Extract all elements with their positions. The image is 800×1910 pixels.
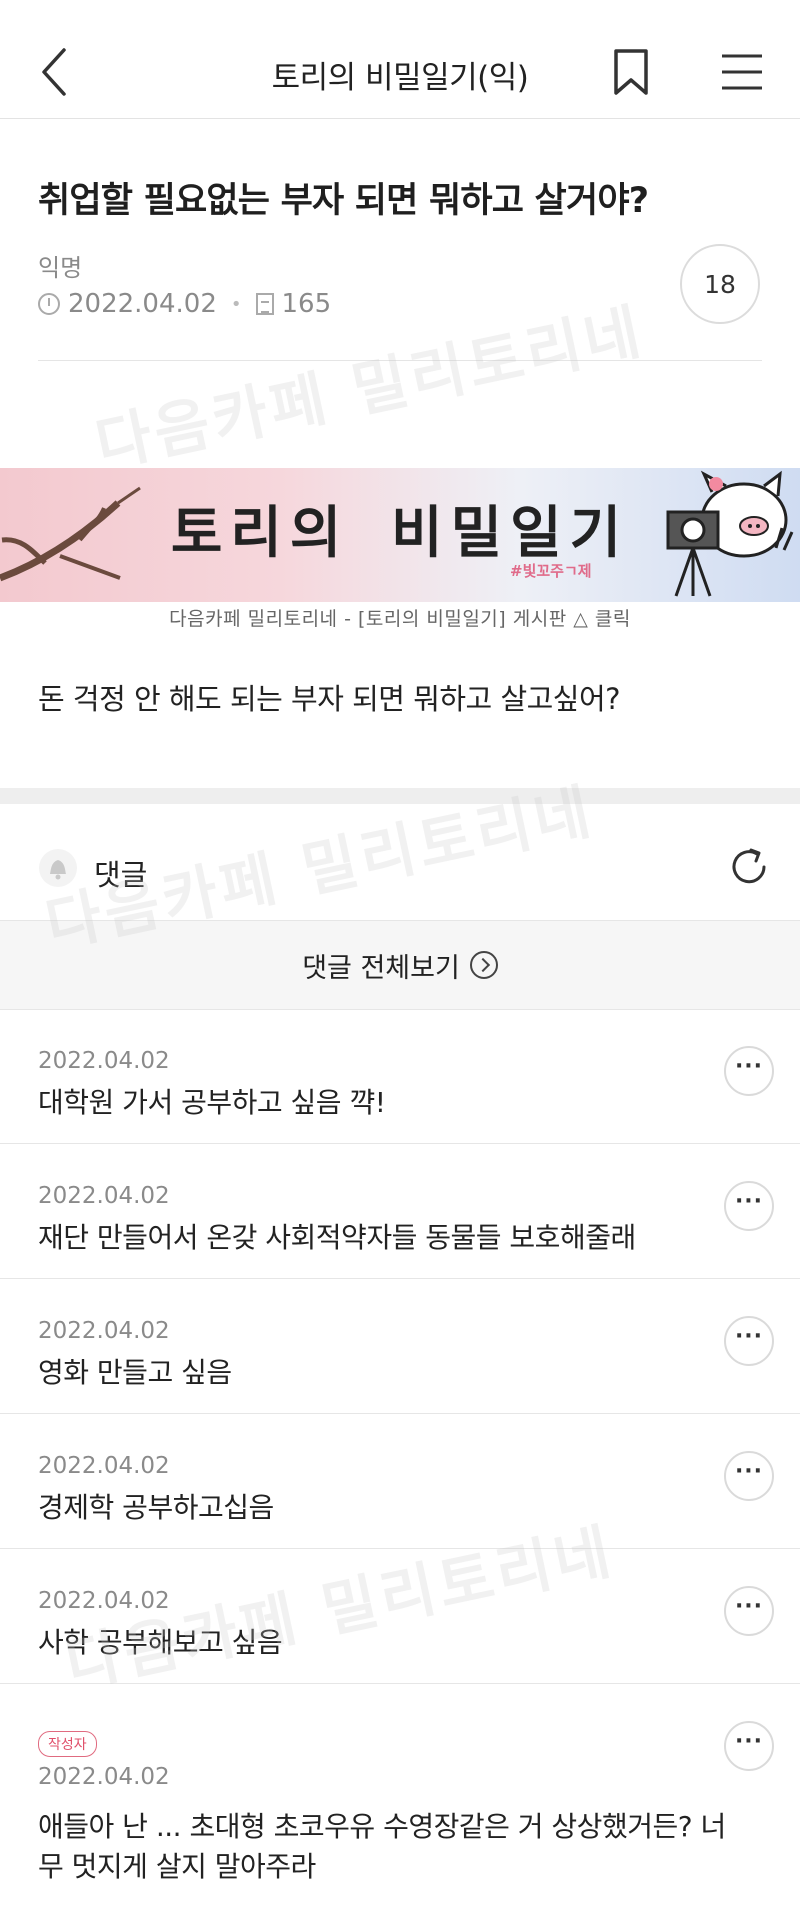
more-icon: ··· xyxy=(734,1594,764,1619)
post-title: 취업할 필요없는 부자 되면 뭐하고 살거야? xyxy=(38,181,649,221)
comment-date: 2022.04.02 xyxy=(38,1048,170,1074)
more-icon: ··· xyxy=(734,1189,764,1214)
comment-text: 사학 공부해보고 싶음 xyxy=(38,1626,283,1659)
author-badge: 작성자 xyxy=(38,1731,97,1757)
meta-separator: • xyxy=(230,293,242,315)
view-all-label: 댓글 전체보기 xyxy=(302,952,460,984)
branch-illustration xyxy=(0,486,141,582)
post-author: 익명 xyxy=(38,254,83,282)
banner-caption[interactable]: 다음카페 밀리토리네 - [토리의 비밀일기] 게시판 △ 클릭 xyxy=(0,604,800,631)
more-options-button[interactable]: ··· xyxy=(724,1046,774,1096)
comment-item: 작성자 2022.04.02 애들아 난 ... 초대형 초코우유 수영장같은 … xyxy=(0,1683,800,1910)
comment-text: 경제학 공부하고십음 xyxy=(38,1491,274,1524)
view-all-comments-button[interactable]: 댓글 전체보기 xyxy=(0,920,800,1010)
chevron-right-circle-icon xyxy=(469,951,498,979)
cafe-title: 토리의 비밀일기(익) xyxy=(271,60,529,96)
more-options-button[interactable]: ··· xyxy=(724,1721,774,1771)
comment-item: 2022.04.02 대학원 가서 공부하고 싶음 꺅! ··· xyxy=(0,1008,800,1144)
cafe-banner[interactable]: 토리의 비밀일기 #빛꼬주ㄱ제 xyxy=(0,468,800,602)
comment-text: 재단 만들어서 온갖 사회적약자들 동물들 보호해줄래 xyxy=(38,1221,636,1254)
divider xyxy=(38,360,762,361)
views-icon xyxy=(255,293,274,315)
comment-date: 2022.04.02 xyxy=(38,1318,170,1344)
post-body: 돈 걱정 안 해도 되는 부자 되면 뭐하고 살고싶어? xyxy=(38,682,621,716)
post-meta: 2022.04.02 • 165 xyxy=(38,289,331,319)
comment-text: 애들아 난 ... 초대형 초코우유 수영장같은 거 상상했거든? 너무 멋지게… xyxy=(38,1810,726,1883)
comment-count-button[interactable]: 18 xyxy=(680,244,760,324)
more-icon: ··· xyxy=(734,1324,764,1349)
more-options-button[interactable]: ··· xyxy=(724,1586,774,1636)
more-icon: ··· xyxy=(734,1459,764,1484)
pig-camera-illustration xyxy=(666,470,794,597)
more-icon: ··· xyxy=(734,1729,764,1754)
clock-icon xyxy=(38,293,60,315)
more-options-button[interactable]: ··· xyxy=(724,1316,774,1366)
comment-item: 2022.04.02 영화 만들고 싶음 ··· xyxy=(0,1278,800,1414)
bookmark-icon[interactable] xyxy=(612,48,650,96)
banner-subtitle: #빛꼬주ㄱ제 xyxy=(510,562,592,580)
more-options-button[interactable]: ··· xyxy=(724,1181,774,1231)
comment-item: 2022.04.02 경제학 공부하고십음 ··· xyxy=(0,1413,800,1549)
more-icon: ··· xyxy=(734,1054,764,1079)
comment-date: 2022.04.02 xyxy=(38,1183,170,1209)
more-options-button[interactable]: ··· xyxy=(724,1451,774,1501)
top-bar: 토리의 비밀일기(익) xyxy=(0,0,800,119)
refresh-icon[interactable] xyxy=(726,844,772,890)
banner-title: 토리의 비밀일기 xyxy=(170,501,630,566)
comment-text: 영화 만들고 싶음 xyxy=(38,1356,232,1389)
post-views: 165 xyxy=(281,289,332,319)
comment-item: 2022.04.02 사학 공부해보고 싶음 ··· xyxy=(0,1548,800,1684)
comments-label: 댓글 xyxy=(94,858,148,892)
comment-text: 대학원 가서 공부하고 싶음 꺅! xyxy=(38,1086,386,1119)
menu-icon[interactable] xyxy=(718,52,766,92)
comments-header: 댓글 xyxy=(0,804,800,920)
section-divider xyxy=(0,788,800,804)
comment-date: 2022.04.02 xyxy=(38,1764,170,1790)
comment-item: 2022.04.02 재단 만들어서 온갖 사회적약자들 동물들 보호해줄래 ·… xyxy=(0,1143,800,1279)
post-date: 2022.04.02 xyxy=(68,289,217,319)
comment-date: 2022.04.02 xyxy=(38,1453,170,1479)
comment-date: 2022.04.02 xyxy=(38,1588,170,1614)
bell-icon[interactable] xyxy=(38,848,78,888)
